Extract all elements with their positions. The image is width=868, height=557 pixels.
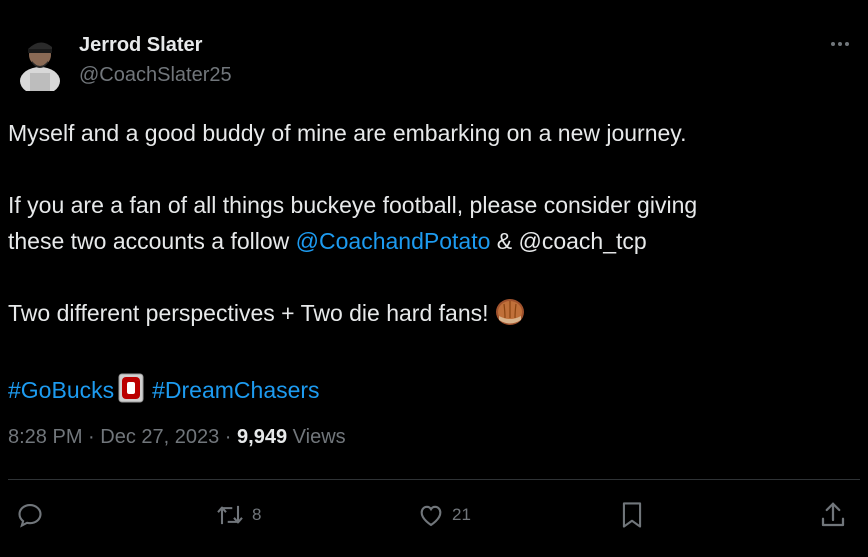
tweet-text-segment: & @coach_tcp [490, 228, 647, 254]
avatar[interactable] [16, 33, 64, 95]
bookmark-button[interactable] [618, 498, 646, 532]
tweet-line: #GoBucks #DreamChasers [8, 372, 848, 413]
tweet-line: these two accounts a follow @CoachandPot… [8, 223, 848, 259]
buckeye-nut-icon [495, 296, 525, 336]
hashtag-link[interactable]: #GoBucks [8, 377, 114, 403]
like-button[interactable]: 21 [416, 498, 471, 532]
like-icon [416, 501, 446, 529]
share-button[interactable] [818, 498, 848, 532]
more-options-icon[interactable] [826, 32, 854, 56]
tweet-text: Myself and a good buddy of mine are emba… [8, 115, 848, 413]
ohio-state-block-o-icon [118, 373, 144, 413]
views-label: Views [287, 426, 346, 448]
tweet-meta: 8:28 PM · Dec 27, 2023 · 9,949 Views [8, 426, 346, 449]
reply-button[interactable] [16, 498, 50, 532]
meta-separator: · [82, 426, 101, 448]
display-name[interactable]: Jerrod Slater [79, 34, 202, 57]
handle[interactable]: @CoachSlater25 [79, 64, 232, 87]
repost-icon [214, 501, 246, 529]
tweet-line: Two different perspectives + Two die har… [8, 295, 848, 336]
repost-count: 8 [252, 505, 262, 524]
tweet-time[interactable]: 8:28 PM [8, 426, 82, 448]
tweet-date[interactable]: Dec 27, 2023 [100, 426, 219, 448]
repost-button[interactable]: 8 [214, 498, 261, 532]
divider [8, 479, 860, 480]
bookmark-icon [618, 500, 646, 530]
meta-separator: · [219, 426, 238, 448]
reply-icon [16, 501, 44, 529]
views-count: 9,949 [237, 426, 288, 448]
share-icon [818, 500, 848, 530]
tweet-text-segment: these two accounts a follow [8, 228, 296, 254]
tweet-line: If you are a fan of all things buckeye f… [8, 192, 698, 218]
hashtag-link[interactable]: #DreamChasers [152, 377, 319, 403]
tweet-line: Myself and a good buddy of mine are emba… [8, 120, 687, 146]
mention-link[interactable]: @CoachandPotato [296, 228, 491, 254]
like-count: 21 [452, 505, 471, 524]
tweet-text-segment: Two different perspectives + Two die har… [8, 300, 495, 326]
